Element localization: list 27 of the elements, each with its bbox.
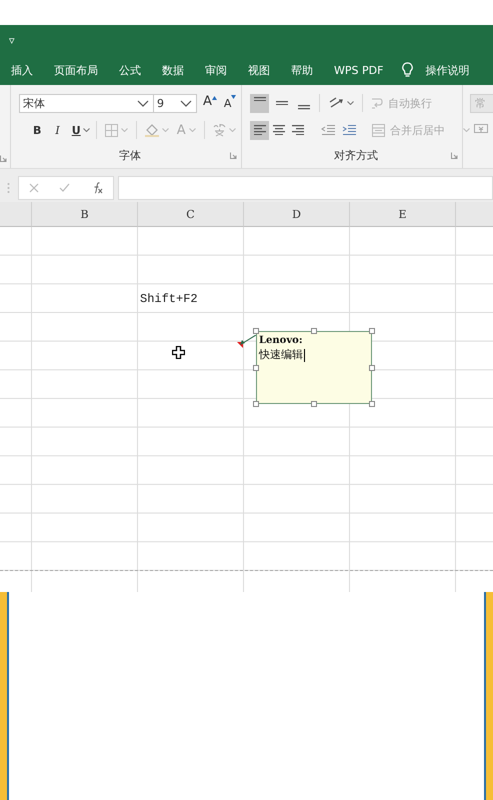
bold-button[interactable]: B xyxy=(31,120,44,140)
ribbon-tab[interactable]: 页面布局 xyxy=(54,58,98,82)
comment-box[interactable]: Lenovo: 快速编辑 xyxy=(256,331,372,404)
font-name-dropdown[interactable]: 宋体 xyxy=(19,94,154,112)
ribbon-tab[interactable]: WPS PDF xyxy=(334,58,384,82)
ribbon-tab[interactable]: 数据 xyxy=(162,58,184,82)
ribbon-tab[interactable]: 审阅 xyxy=(205,58,227,82)
column-header[interactable]: E xyxy=(350,202,456,227)
column-header[interactable]: B xyxy=(32,202,138,227)
shrink-font-button[interactable]: A xyxy=(224,94,236,112)
group-label: 字体 xyxy=(119,148,141,162)
comment-author: Lenovo: xyxy=(259,334,304,348)
column-header[interactable]: C xyxy=(138,202,244,227)
ribbon-tab[interactable]: 视图 xyxy=(248,58,270,82)
italic-button[interactable]: I xyxy=(53,120,62,140)
tell-me-field[interactable]: 操作说明 xyxy=(425,58,470,82)
cell-text: Shift+F2 xyxy=(139,290,199,308)
ribbon-tab[interactable]: 公式 xyxy=(119,58,141,82)
grow-font-button[interactable]: A xyxy=(203,94,217,112)
ribbon-tab[interactable]: 插入 xyxy=(11,58,33,82)
ribbon-tab[interactable]: 帮助 xyxy=(291,58,313,82)
group-label: 对齐方式 xyxy=(334,148,378,162)
comment-text: 快速编辑 xyxy=(259,348,303,362)
column-header[interactable]: D xyxy=(244,202,350,227)
customize-menu-button[interactable]: ▿ xyxy=(9,34,15,46)
underline-button[interactable]: U xyxy=(70,120,83,140)
font-size-dropdown[interactable]: 9 xyxy=(154,94,197,112)
